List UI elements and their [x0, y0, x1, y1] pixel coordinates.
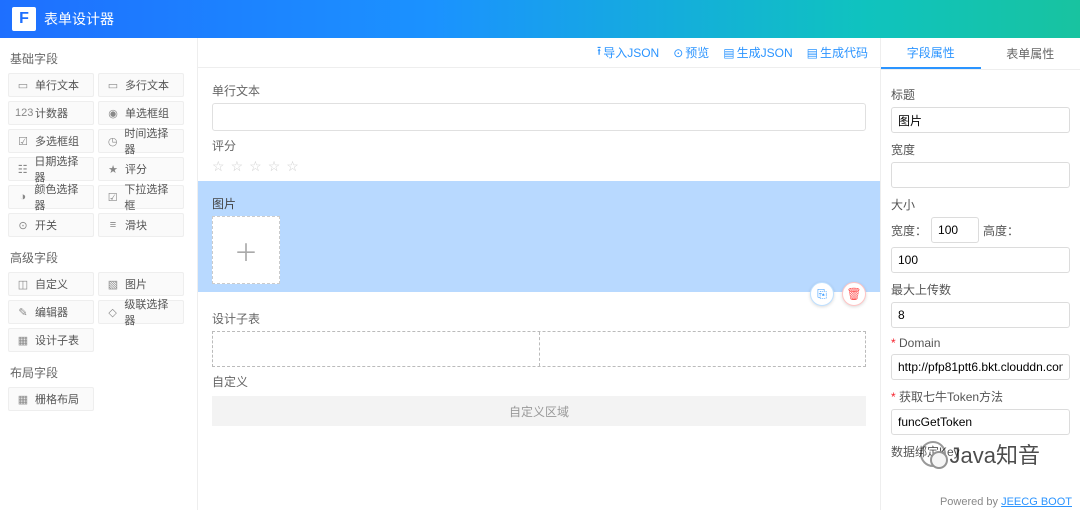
prop-max-input[interactable] [891, 302, 1070, 328]
image-upload-box[interactable]: ＋ [212, 216, 280, 284]
trash-icon: 🗑 [846, 287, 861, 301]
counter-icon: 123 [15, 107, 31, 119]
palette-group-title: 高级字段 [8, 243, 189, 272]
prop-label-max: 最大上传数 [891, 281, 1070, 298]
image-icon: ▧ [105, 278, 121, 291]
canvas: ⭱导入JSON ⊙预览 ▤生成JSON ▤生成代码 单行文本 评分 ☆ ☆ ☆ … [198, 38, 880, 510]
star-icon: ☆ [268, 158, 281, 175]
gen-json-button[interactable]: ▤生成JSON [723, 44, 792, 61]
prop-size-w-input[interactable] [931, 217, 979, 243]
copy-field-button[interactable]: ⎘ [810, 282, 834, 306]
pal-color[interactable]: ◑颜色选择器 [8, 185, 94, 209]
import-json-button[interactable]: ⭱导入JSON [597, 42, 659, 63]
pal-rate[interactable]: ★评分 [98, 157, 184, 181]
palette-group-title: 基础字段 [8, 44, 189, 73]
prop-label-width: 宽度 [891, 141, 1070, 158]
pal-editor[interactable]: ✎编辑器 [8, 300, 94, 324]
field-label-text: 单行文本 [212, 82, 866, 99]
textarea-icon: ▭ [105, 79, 121, 92]
star-icon: ☆ [212, 158, 225, 175]
prop-label-token: 获取七牛Token方法 [891, 388, 1070, 405]
star-icon: ☆ [286, 158, 299, 175]
code-icon: ▤ [807, 46, 818, 60]
star-icon: ★ [105, 163, 121, 176]
editor-icon: ✎ [15, 306, 31, 319]
plus-icon: ＋ [234, 233, 258, 268]
prop-label-title: 标题 [891, 86, 1070, 103]
calendar-icon: ☷ [15, 163, 30, 176]
eye-icon: ⊙ [673, 46, 683, 60]
table-icon: ▦ [15, 334, 31, 347]
switch-icon: ⊙ [15, 219, 31, 232]
properties-panel: 字段属性 表单属性 标题 宽度 大小 宽度： 高度： 最大上传数 Domain … [880, 38, 1080, 510]
text-input[interactable] [212, 103, 866, 131]
size-h-label: 高度： [983, 222, 1019, 239]
pal-grid[interactable]: ▦栅格布局 [8, 387, 94, 411]
field-palette: 基础字段 ▭单行文本 ▭多行文本 123计数器 ◉单选框组 ☑多选框组 ◷时间选… [0, 38, 198, 510]
selected-field-image[interactable]: 图片 ＋ ⎘ 🗑 [198, 181, 880, 292]
rate-widget[interactable]: ☆ ☆ ☆ ☆ ☆ [212, 158, 866, 175]
pal-date[interactable]: ☷日期选择器 [8, 157, 94, 181]
pal-time[interactable]: ◷时间选择器 [98, 129, 184, 153]
custom-zone[interactable]: 自定义区域 [212, 396, 866, 426]
pal-radio[interactable]: ◉单选框组 [98, 101, 184, 125]
prop-domain-input[interactable] [891, 354, 1070, 380]
grid-icon: ▦ [15, 393, 31, 406]
upload-icon: ⭱ [597, 42, 601, 63]
text-icon: ▭ [15, 79, 31, 92]
footer: Powered by JEECG BOOT [940, 496, 1072, 508]
clock-icon: ◷ [105, 135, 120, 148]
gen-code-button[interactable]: ▤生成代码 [807, 44, 868, 61]
color-icon: ◑ [15, 191, 30, 203]
prop-label-size: 大小 [891, 196, 1070, 213]
pal-switch[interactable]: ⊙开关 [8, 213, 94, 237]
prop-label-domain: Domain [891, 336, 1070, 350]
star-icon: ☆ [231, 158, 244, 175]
subtable-zone[interactable] [212, 331, 866, 367]
delete-field-button[interactable]: 🗑 [842, 282, 866, 306]
app-logo: F [12, 7, 36, 31]
json-icon: ▤ [723, 46, 734, 60]
radio-icon: ◉ [105, 107, 121, 120]
prop-width-input[interactable] [891, 162, 1070, 188]
prop-size-h-input[interactable] [891, 247, 1070, 273]
prop-title-input[interactable] [891, 107, 1070, 133]
pal-custom[interactable]: ◫自定义 [8, 272, 94, 296]
tab-form-props[interactable]: 表单属性 [981, 38, 1080, 69]
pal-image[interactable]: ▧图片 [98, 272, 184, 296]
pal-cascader[interactable]: ◇级联选择器 [98, 300, 184, 324]
palette-group-title: 布局字段 [8, 358, 189, 387]
app-title: 表单设计器 [44, 9, 114, 29]
field-label-image: 图片 [212, 195, 866, 212]
star-icon: ☆ [249, 158, 262, 175]
custom-icon: ◫ [15, 278, 31, 291]
preview-button[interactable]: ⊙预览 [673, 44, 709, 61]
prop-token-input[interactable] [891, 409, 1070, 435]
pal-checkbox[interactable]: ☑多选框组 [8, 129, 94, 153]
pal-slider[interactable]: ≡滑块 [98, 213, 184, 237]
tab-field-props[interactable]: 字段属性 [881, 38, 981, 69]
checkbox-icon: ☑ [15, 135, 31, 148]
app-header: F 表单设计器 [0, 0, 1080, 38]
copy-icon: ⎘ [817, 287, 827, 302]
select-icon: ☑ [105, 191, 120, 204]
size-w-label: 宽度： [891, 222, 927, 239]
field-label-custom: 自定义 [212, 373, 866, 390]
pal-textarea[interactable]: ▭多行文本 [98, 73, 184, 97]
pal-text[interactable]: ▭单行文本 [8, 73, 94, 97]
cascader-icon: ◇ [105, 306, 120, 319]
canvas-toolbar: ⭱导入JSON ⊙预览 ▤生成JSON ▤生成代码 [198, 38, 880, 68]
pal-subtable[interactable]: ▦设计子表 [8, 328, 94, 352]
slider-icon: ≡ [105, 219, 121, 231]
prop-label-bindkey: 数据绑定Key [891, 443, 1070, 460]
footer-link[interactable]: JEECG BOOT [1001, 496, 1072, 508]
pal-select[interactable]: ☑下拉选择框 [98, 185, 184, 209]
field-label-subtable: 设计子表 [212, 310, 866, 327]
field-label-rate: 评分 [212, 137, 866, 154]
pal-counter[interactable]: 123计数器 [8, 101, 94, 125]
